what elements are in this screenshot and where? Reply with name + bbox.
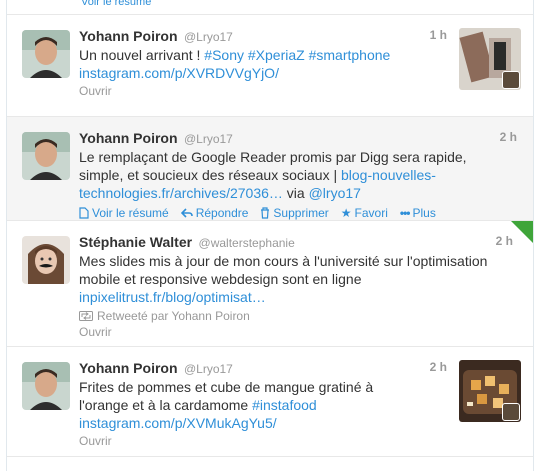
username[interactable]: @Lryo17 (184, 30, 233, 44)
instagram-icon (502, 403, 520, 421)
star-icon: ★ (340, 206, 352, 220)
fullname[interactable]: Yohann Poiron (79, 360, 178, 376)
tweet-link[interactable]: inpixelitrust.fr/blog/optimisat… (79, 289, 266, 305)
instagram-icon (502, 71, 520, 89)
tweet-text: Mes slides mis à jour de mon cours à l'u… (79, 252, 521, 306)
summary-action[interactable]: Voir le résumé (79, 206, 169, 220)
username[interactable]: @Lryo17 (184, 362, 233, 376)
retweet-icon (79, 311, 93, 321)
delete-button[interactable]: Supprimer (260, 206, 329, 220)
tweet-item[interactable]: Stéphanie Walter @walterstephanie 2 h Me… (7, 221, 533, 347)
document-icon (79, 207, 89, 219)
tweet-link-part[interactable]: blog-nouvelles- (341, 167, 436, 183)
timestamp[interactable]: 2 h (496, 234, 513, 248)
more-button[interactable]: ••• Plus (400, 206, 436, 220)
tweet-text-line: simple, et soucieux des réseaux sociaux … (79, 167, 341, 183)
username[interactable]: @Lryo17 (184, 132, 233, 146)
timestamp[interactable]: 2 h (430, 360, 447, 374)
tweet-link[interactable]: instagram.com/p/XVRDVVgYjO/ (79, 65, 279, 81)
tweet-text-line: Le remplaçant de Google Reader promis pa… (79, 149, 467, 165)
tweet-text-line: Mes slides mis à jour de mon cours à l'u… (79, 253, 488, 269)
tweet-text-line: mobile et responsive webdesign sont en l… (79, 271, 362, 287)
reply-icon (180, 208, 193, 218)
mention[interactable]: @lryo17 (309, 185, 361, 201)
tweet-header: Yohann Poiron @Lryo17 (79, 27, 521, 45)
tweet-header: Yohann Poiron @Lryo17 (79, 129, 521, 147)
retweet-info: Retweeté par Yohann Poiron (79, 309, 521, 323)
tweet-text: Le remplaçant de Google Reader promis pa… (79, 148, 521, 202)
timestamp[interactable]: 1 h (430, 28, 447, 42)
open-link[interactable]: Ouvrir (79, 434, 521, 448)
tweet-text-line: l'orange et à la cardamome (79, 397, 253, 413)
username[interactable]: @walterstephanie (199, 236, 295, 250)
tweet-actions: Voir le résumé Répondre Supprimer ★ Favo… (79, 206, 521, 220)
retweeted-by[interactable]: Retweeté par Yohann Poiron (97, 309, 250, 323)
tweet-text: Frites de pommes et cube de mangue grati… (79, 378, 521, 432)
media-thumbnail[interactable] (459, 28, 521, 90)
tweet-item[interactable]: Yohann Poiron @Lryo17 2 h Frites de pomm… (7, 347, 533, 457)
avatar[interactable] (22, 132, 70, 180)
tweet-header: Yohann Poiron @Lryo17 (79, 359, 521, 377)
hashtag[interactable]: #smartphone (309, 47, 391, 63)
fullname[interactable]: Stéphanie Walter (79, 234, 192, 250)
via-text: via (282, 185, 309, 201)
ellipsis-icon: ••• (399, 206, 411, 220)
summary-link[interactable]: Voir le résumé (81, 0, 151, 8)
hashtag[interactable]: #XperiaZ (248, 47, 305, 63)
favorite-button-label: Favori (354, 206, 388, 220)
reply-button[interactable]: Répondre (180, 206, 249, 220)
summary-action-label: Voir le résumé (92, 206, 169, 220)
tweet-item[interactable]: Yohann Poiron @Lryo17 1 h Un nouvel arri… (7, 15, 533, 117)
tweet-link[interactable]: instagram.com/p/XVMukAgYu5/ (79, 415, 277, 431)
hashtag[interactable]: #Sony (204, 47, 244, 63)
hashtag[interactable]: #instafood (252, 397, 317, 413)
fullname[interactable]: Yohann Poiron (79, 130, 178, 146)
tweet-link-part[interactable]: technologies.fr/archives/27036… (79, 185, 283, 201)
fullname[interactable]: Yohann Poiron (79, 28, 178, 44)
favorite-button[interactable]: ★ Favori (341, 206, 388, 220)
trash-icon (261, 207, 270, 219)
reply-button-label: Répondre (195, 206, 249, 220)
tweet-header: Stéphanie Walter @walterstephanie (79, 233, 521, 251)
delete-button-label: Supprimer (273, 206, 329, 220)
media-thumbnail[interactable] (459, 360, 521, 422)
tweet-stream: Voir le résumé Yohann Poiron @Lryo17 1 h… (6, 0, 534, 471)
avatar[interactable] (22, 236, 70, 284)
open-link[interactable]: Ouvrir (79, 325, 521, 339)
open-link[interactable]: Ouvrir (79, 84, 521, 98)
avatar[interactable] (22, 30, 70, 78)
tweet-item[interactable]: Yohann Poiron @Lryo17 2 h Le remplaçant … (7, 117, 533, 221)
retweet-corner-badge (511, 221, 533, 243)
tweet-text-plain: Un nouvel arrivant ! (79, 47, 205, 63)
previous-tweet-stub: Voir le résumé (7, 0, 533, 15)
more-button-label: Plus (412, 206, 436, 220)
tweet-text: Un nouvel arrivant ! #Sony #XperiaZ #sma… (79, 46, 521, 82)
timestamp[interactable]: 2 h (500, 130, 517, 144)
avatar[interactable] (22, 362, 70, 410)
tweet-text-line: Frites de pommes et cube de mangue grati… (79, 379, 374, 395)
